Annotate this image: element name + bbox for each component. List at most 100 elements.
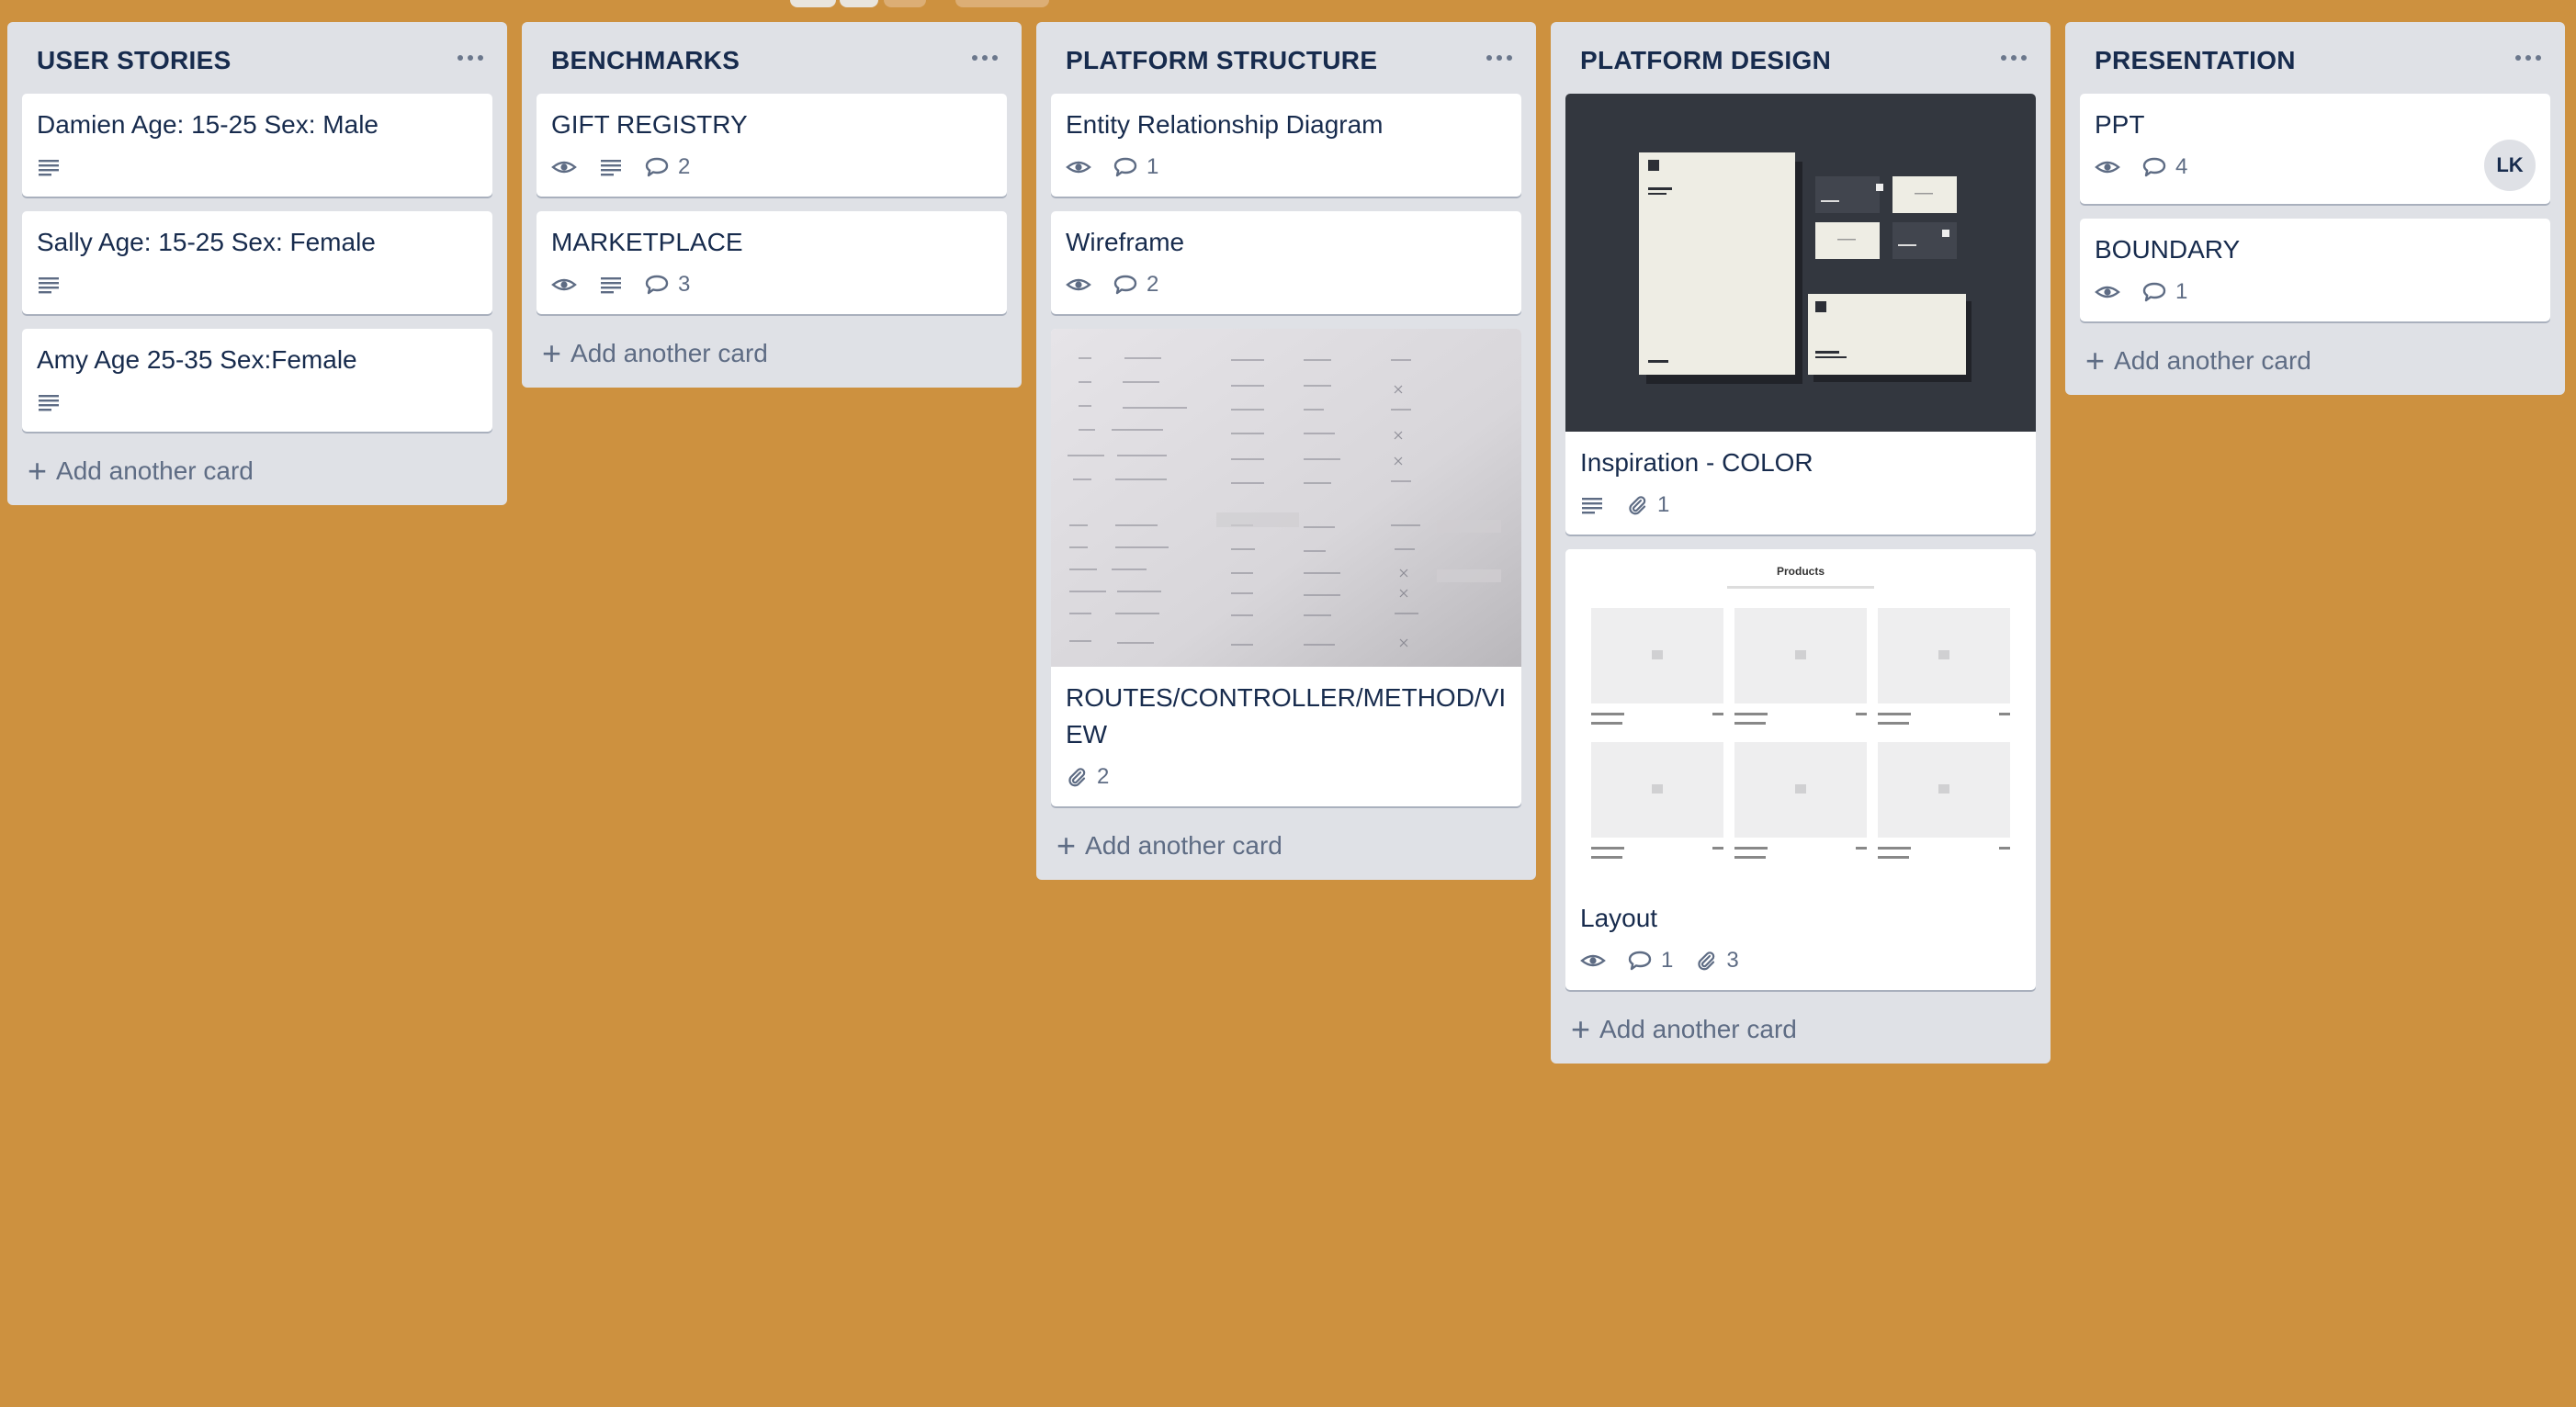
description-icon bbox=[1580, 487, 1604, 523]
list-platform-structure: PLATFORM STRUCTURE Entity Relationship D… bbox=[1036, 22, 1536, 880]
header-stub bbox=[840, 0, 878, 7]
card-title: MARKETPLACE bbox=[551, 228, 743, 256]
comment-count: 4 bbox=[2175, 154, 2188, 179]
attachment-count: 2 bbox=[1097, 764, 1110, 789]
card[interactable]: MARKETPLACE 3 bbox=[537, 211, 1007, 314]
card-title: Damien Age: 15-25 Sex: Male bbox=[37, 110, 378, 139]
card[interactable]: Amy Age 25-35 Sex:Female bbox=[22, 329, 492, 432]
description-icon bbox=[37, 149, 61, 186]
plus-icon: + bbox=[2085, 342, 2106, 379]
card[interactable]: PPT 4 LK bbox=[2080, 94, 2550, 204]
plus-icon: + bbox=[1056, 827, 1077, 864]
comment-count: 2 bbox=[1147, 272, 1159, 297]
list-header: USER STORIES bbox=[7, 22, 507, 94]
list-user-stories: USER STORIES Damien Age: 15-25 Sex: Male… bbox=[7, 22, 507, 505]
watch-icon bbox=[1580, 942, 1606, 979]
card[interactable]: Products Layout 1 3 bbox=[1565, 549, 2036, 990]
plus-icon: + bbox=[1571, 1010, 1591, 1048]
card-title: Layout bbox=[1580, 904, 1658, 932]
plus-icon: + bbox=[28, 452, 48, 490]
add-card-button[interactable]: + Add another card bbox=[529, 329, 1014, 378]
card[interactable]: BOUNDARY 1 bbox=[2080, 219, 2550, 321]
card-title: Sally Age: 15-25 Sex: Female bbox=[37, 228, 376, 256]
watch-icon bbox=[1066, 266, 1091, 303]
comment-icon: 3 bbox=[645, 266, 690, 303]
list-header: PLATFORM STRUCTURE bbox=[1036, 22, 1536, 94]
add-card-label: Add another card bbox=[1599, 1015, 1797, 1043]
list-presentation: PRESENTATION PPT 4 LK BOUNDARY 1 + Add a… bbox=[2065, 22, 2565, 395]
list-title[interactable]: PLATFORM STRUCTURE bbox=[1066, 46, 1377, 75]
card-title: Entity Relationship Diagram bbox=[1066, 110, 1384, 139]
card[interactable]: Inspiration - COLOR 1 bbox=[1565, 94, 2036, 535]
card-title: Inspiration - COLOR bbox=[1580, 448, 1813, 477]
comment-count: 2 bbox=[678, 154, 691, 179]
comment-icon: 2 bbox=[1113, 266, 1158, 303]
card-title: Amy Age 25-35 Sex:Female bbox=[37, 345, 357, 374]
add-card-label: Add another card bbox=[2114, 346, 2311, 375]
list-title[interactable]: PLATFORM DESIGN bbox=[1580, 46, 1831, 75]
handwritten-routes-photo bbox=[1051, 329, 1521, 667]
list-platform-design: PLATFORM DESIGN Inspiration - COLOR 1 Pr… bbox=[1551, 22, 2051, 1064]
list-title[interactable]: BENCHMARKS bbox=[551, 46, 740, 75]
add-card-button[interactable]: + Add another card bbox=[2073, 336, 2558, 386]
add-card-button[interactable]: + Add another card bbox=[1558, 1005, 2043, 1054]
add-card-button[interactable]: + Add another card bbox=[15, 446, 500, 496]
list-header: PLATFORM DESIGN bbox=[1551, 22, 2051, 94]
attachment-count: 1 bbox=[1657, 492, 1670, 517]
description-icon bbox=[37, 266, 61, 303]
list-title[interactable]: USER STORIES bbox=[37, 46, 232, 75]
comment-icon: 1 bbox=[1628, 942, 1673, 979]
card[interactable]: GIFT REGISTRY 2 bbox=[537, 94, 1007, 197]
comment-icon: 1 bbox=[2142, 274, 2187, 310]
attachment-icon: 1 bbox=[1626, 487, 1669, 523]
list-menu-icon[interactable] bbox=[972, 53, 1000, 62]
card[interactable]: Wireframe 2 bbox=[1051, 211, 1521, 314]
card[interactable]: Damien Age: 15-25 Sex: Male bbox=[22, 94, 492, 197]
comment-icon: 1 bbox=[1113, 149, 1158, 186]
description-icon bbox=[599, 266, 623, 303]
plus-icon: + bbox=[542, 334, 562, 372]
header-stub bbox=[955, 0, 1049, 7]
list-menu-icon[interactable] bbox=[1486, 53, 1514, 62]
watch-icon bbox=[2095, 274, 2120, 310]
list-title[interactable]: PRESENTATION bbox=[2095, 46, 2296, 75]
product-grid-wireframe: Products bbox=[1565, 549, 2036, 887]
watch-icon bbox=[2095, 149, 2120, 186]
list-menu-icon[interactable] bbox=[2515, 53, 2543, 62]
attachment-icon: 2 bbox=[1066, 759, 1109, 795]
add-card-label: Add another card bbox=[571, 339, 768, 367]
watch-icon bbox=[551, 266, 577, 303]
watch-icon bbox=[551, 149, 577, 186]
comment-icon: 4 bbox=[2142, 149, 2187, 186]
comment-count: 3 bbox=[678, 272, 691, 297]
attachment-icon: 3 bbox=[1695, 942, 1739, 979]
member-avatar[interactable]: LK bbox=[2484, 140, 2536, 191]
header-stub bbox=[884, 0, 926, 7]
description-icon bbox=[37, 384, 61, 421]
card-title: PPT bbox=[2095, 110, 2145, 139]
list-benchmarks: BENCHMARKS GIFT REGISTRY 2 MARKETPLACE 3… bbox=[522, 22, 1022, 388]
header-stub bbox=[790, 0, 836, 7]
comment-count: 1 bbox=[1661, 948, 1674, 973]
comment-count: 1 bbox=[1147, 154, 1159, 179]
card-title: GIFT REGISTRY bbox=[551, 110, 748, 139]
list-header: BENCHMARKS bbox=[522, 22, 1022, 94]
card-title: BOUNDARY bbox=[2095, 235, 2241, 264]
card[interactable]: Sally Age: 15-25 Sex: Female bbox=[22, 211, 492, 314]
stationery-mockup-image bbox=[1565, 94, 2036, 432]
comment-count: 1 bbox=[2175, 279, 2188, 304]
description-icon bbox=[599, 149, 623, 186]
add-card-label: Add another card bbox=[56, 456, 254, 485]
watch-icon bbox=[1066, 149, 1091, 186]
card[interactable]: Entity Relationship Diagram 1 bbox=[1051, 94, 1521, 197]
card-title: Wireframe bbox=[1066, 228, 1185, 256]
comment-icon: 2 bbox=[645, 149, 690, 186]
attachment-count: 3 bbox=[1726, 948, 1739, 973]
list-header: PRESENTATION bbox=[2065, 22, 2565, 94]
add-card-label: Add another card bbox=[1085, 831, 1282, 860]
list-menu-icon[interactable] bbox=[458, 53, 485, 62]
card-title: ROUTES/CONTROLLER/METHOD/VIEW bbox=[1066, 683, 1507, 749]
card[interactable]: ROUTES/CONTROLLER/METHOD/VIEW 2 bbox=[1051, 329, 1521, 806]
list-menu-icon[interactable] bbox=[2001, 53, 2028, 62]
add-card-button[interactable]: + Add another card bbox=[1044, 821, 1529, 871]
